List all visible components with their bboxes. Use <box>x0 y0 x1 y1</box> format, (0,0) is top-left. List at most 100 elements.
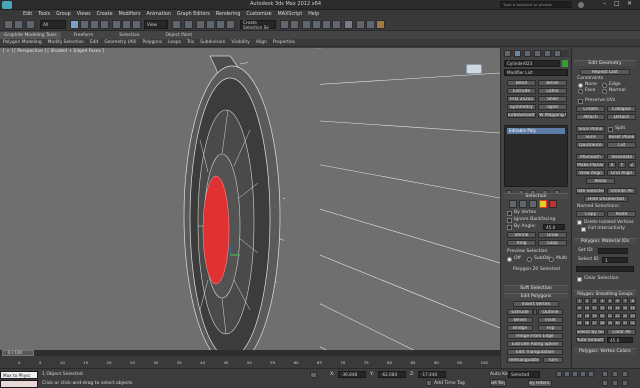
menu-rendering[interactable]: Rendering <box>213 12 244 17</box>
view-align-button[interactable]: View Align <box>576 170 605 176</box>
key-filters-button[interactable]: Key Filters... <box>528 380 552 387</box>
sg-button[interactable]: 15 <box>621 305 629 312</box>
vertex-mode-icon[interactable] <box>509 200 517 208</box>
sg-button[interactable]: 30 <box>614 319 621 326</box>
y-button[interactable]: Y <box>618 162 626 168</box>
preview-off-radio[interactable] <box>507 257 512 262</box>
insert-vertex-button[interactable]: Insert Vertex <box>513 301 559 307</box>
subtab-subdivision[interactable]: Subdivision <box>197 40 228 45</box>
retriangulate-button[interactable]: Retriangulate <box>507 357 541 363</box>
make-planar-button[interactable]: Make Planar <box>576 162 605 168</box>
maxscript-listener-output[interactable] <box>0 380 38 388</box>
play-icon[interactable] <box>572 371 578 377</box>
move-icon[interactable] <box>112 20 121 29</box>
align-icon[interactable] <box>290 20 299 29</box>
clear-selection-checkbox[interactable] <box>577 277 582 282</box>
hide-selected-button[interactable]: Hide Selected <box>576 188 605 194</box>
sg-button[interactable]: 12 <box>598 305 606 312</box>
layer-manager-icon[interactable] <box>302 20 311 29</box>
menu-group[interactable]: Group <box>53 12 74 17</box>
sg-button[interactable]: 18 <box>583 312 591 319</box>
sg-button[interactable]: 31 <box>621 319 629 326</box>
subtab-properties[interactable]: Properties <box>270 40 298 45</box>
maximize-button[interactable]: □ <box>614 1 620 7</box>
modifier-turbosmooth-button[interactable]: TurboSmooth <box>507 112 536 118</box>
viewcube-icon[interactable] <box>466 64 482 74</box>
smoothing-groups-rollout-header[interactable]: Polygon: Smoothing Groups <box>574 290 636 296</box>
menu-create[interactable]: Create <box>94 12 116 17</box>
clear-all-button[interactable]: Clear All <box>607 329 636 335</box>
extrude-button[interactable]: Extrude <box>507 309 533 315</box>
z-button[interactable]: Z <box>628 162 636 168</box>
subtab-polygon-modeling[interactable]: Polygon Modeling <box>0 40 45 45</box>
close-button[interactable]: ✕ <box>627 1 632 7</box>
selection-rollout-header[interactable]: Selection <box>504 193 568 199</box>
subtab-polygons[interactable]: Polygons <box>140 40 166 45</box>
angle-snap-icon[interactable] <box>206 20 215 29</box>
pivot-icon[interactable] <box>172 20 181 29</box>
subtab-visibility[interactable]: Visibility <box>228 40 252 45</box>
quickslice-button[interactable]: QuickSlice <box>576 142 605 148</box>
sg-button[interactable]: 22 <box>614 312 621 319</box>
sg-button[interactable]: 25 <box>576 319 583 326</box>
lock-selection-icon[interactable] <box>310 372 317 378</box>
constraint-normal-radio[interactable] <box>602 89 607 94</box>
app-logo-icon[interactable] <box>2 1 12 9</box>
detach-button[interactable]: Detach <box>607 114 636 120</box>
polygon-mode-icon[interactable] <box>539 200 547 208</box>
slice-button[interactable]: Slice <box>576 134 605 140</box>
copy-button[interactable]: Copy <box>576 211 605 217</box>
sg-button[interactable]: 28 <box>598 319 606 326</box>
stack-item-editable-poly[interactable]: Editable Poly <box>507 128 565 134</box>
motion-tab-icon[interactable] <box>534 50 541 57</box>
selection-set-dropdown[interactable]: Selected <box>508 371 540 378</box>
sg-button[interactable]: 23 <box>621 312 629 319</box>
hide-unselected-button[interactable]: Hide Unselected <box>584 196 628 202</box>
set-id-spinner[interactable] <box>598 248 628 254</box>
schematic-view-icon[interactable] <box>332 20 341 29</box>
constraint-none-radio[interactable] <box>578 83 583 88</box>
repeat-last-button[interactable]: Repeat Last <box>580 69 630 75</box>
sg-button[interactable]: 6 <box>614 298 621 304</box>
rendered-frame-icon[interactable] <box>366 20 375 29</box>
mirror-icon[interactable] <box>280 20 289 29</box>
add-time-tag-label[interactable]: Add Time Tag <box>434 381 465 387</box>
sg-button[interactable]: 14 <box>614 305 621 312</box>
subtab-loops[interactable]: Loops <box>165 40 184 45</box>
auto-smooth-button[interactable]: Auto Smooth <box>576 337 605 343</box>
tessellate-button[interactable]: Tessellate <box>607 154 636 160</box>
border-mode-icon[interactable] <box>529 200 537 208</box>
subtab-tris[interactable]: Tris <box>184 40 197 45</box>
constraint-face-radio[interactable] <box>578 89 583 94</box>
by-angle-spinner[interactable]: 45.0 <box>543 224 565 230</box>
inset-button[interactable]: Inset <box>538 317 563 323</box>
menu-edit[interactable]: Edit <box>20 12 35 17</box>
sg-button[interactable]: 27 <box>591 319 598 326</box>
y-coord-field[interactable]: -62.684 <box>378 371 406 378</box>
sg-button[interactable]: 32 <box>629 319 636 326</box>
ignore-backfacing-checkbox[interactable] <box>507 218 512 223</box>
viewport[interactable]: [ + ] [ Perspective ] [ Shaded + Edged F… <box>0 48 500 350</box>
tab-freeform[interactable]: Freeform <box>71 33 97 38</box>
sg-button[interactable]: 4 <box>598 298 606 304</box>
sg-button[interactable]: 8 <box>629 298 636 304</box>
tab-graphite-modeling-tools[interactable]: Graphite Modeling Tools <box>0 31 61 39</box>
sg-button[interactable]: 16 <box>629 305 636 312</box>
modify-tab-icon[interactable] <box>514 50 521 57</box>
modifier-uvw-button[interactable]: UVW Mapping Cle <box>538 112 567 118</box>
search-input[interactable]: Type a keyword or phrase <box>500 1 572 8</box>
select-by-name-icon[interactable] <box>80 20 89 29</box>
attach-button[interactable]: Attach <box>576 114 605 120</box>
set-key-button[interactable]: Set Key <box>490 379 506 387</box>
subtab-edit[interactable]: Edit <box>87 40 102 45</box>
redo-icon[interactable] <box>14 20 23 29</box>
preview-multi-radio[interactable] <box>549 257 554 262</box>
track-bar[interactable]: 0 5 10 15 20 25 30 35 40 45 50 55 60 65 … <box>0 356 500 368</box>
grid-align-button[interactable]: Grid Align <box>607 170 636 176</box>
utilities-tab-icon[interactable] <box>554 50 561 57</box>
collapse-button[interactable]: Collapse <box>607 106 636 112</box>
material-editor-icon[interactable] <box>344 20 353 29</box>
modifier-lathe-button[interactable]: Lathe <box>538 88 567 94</box>
shrink-button[interactable]: Shrink <box>507 232 536 238</box>
undo-icon[interactable] <box>4 20 13 29</box>
